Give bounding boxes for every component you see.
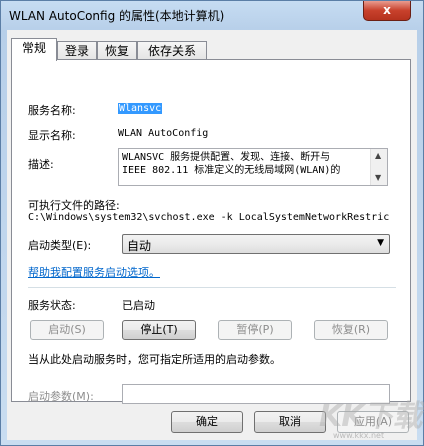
start-button[interactable]: 启动(S) bbox=[30, 320, 104, 340]
description-line-1: WLANSVC 服务提供配置、发现、连接、断开与 bbox=[122, 152, 331, 163]
title-bar[interactable]: WLAN AutoConfig 的属性(本地计算机) x bbox=[1, 1, 423, 29]
description-scrollbar[interactable]: ▲ ▼ bbox=[370, 149, 387, 185]
service-status-label: 服务状态: bbox=[28, 299, 76, 312]
description-line-2: IEEE 802.11 标准定义的无线局域网(WLAN)的 bbox=[122, 165, 341, 176]
tab-logon[interactable]: 登录 bbox=[57, 41, 97, 60]
tab-general[interactable]: 常规 bbox=[11, 38, 57, 61]
watermark-logo: KK下载 bbox=[319, 399, 422, 434]
ok-button[interactable]: 确定 bbox=[171, 411, 243, 433]
dialog-client: 常规 登录 恢复 依存关系 服务名称: Wlansvc 显示名称: WLAN A… bbox=[7, 30, 417, 440]
divider bbox=[28, 287, 396, 288]
cancel-button[interactable]: 取消 bbox=[254, 411, 326, 433]
startup-type-select[interactable]: 自动 ▼ bbox=[122, 234, 390, 254]
close-icon: x bbox=[383, 3, 391, 17]
general-panel: 服务名称: Wlansvc 显示名称: WLAN AutoConfig 描述: … bbox=[11, 59, 411, 404]
pause-button[interactable]: 暂停(P) bbox=[218, 320, 292, 340]
startup-type-label: 启动类型(E): bbox=[28, 239, 92, 252]
display-name-value[interactable]: WLAN AutoConfig bbox=[118, 128, 208, 139]
start-params-label: 启动参数(M): bbox=[28, 390, 94, 403]
service-name-label: 服务名称: bbox=[28, 104, 76, 117]
service-name-value[interactable]: Wlansvc bbox=[118, 103, 163, 114]
description-label: 描述: bbox=[28, 158, 54, 171]
startup-type-value: 自动 bbox=[127, 239, 152, 253]
exe-path-value: C:\Windows\system32\svchost.exe -k Local… bbox=[28, 212, 390, 223]
display-name-label: 显示名称: bbox=[28, 129, 76, 142]
close-button[interactable]: x bbox=[363, 1, 411, 21]
scroll-up-icon[interactable]: ▲ bbox=[375, 151, 381, 160]
service-status-value: 已启动 bbox=[122, 299, 155, 312]
window-title: WLAN AutoConfig 的属性(本地计算机) bbox=[9, 9, 225, 23]
tab-dependencies[interactable]: 依存关系 bbox=[137, 41, 207, 60]
stop-button[interactable]: 停止(T) bbox=[122, 320, 196, 340]
description-text: WLANSVC 服务提供配置、发现、连接、断开与 IEEE 802.11 标准定… bbox=[122, 151, 368, 183]
scroll-down-icon[interactable]: ▼ bbox=[375, 173, 381, 182]
chevron-down-icon: ▼ bbox=[377, 238, 384, 248]
properties-window: WLAN AutoConfig 的属性(本地计算机) x 常规 登录 恢复 依存… bbox=[0, 0, 424, 446]
help-configure-link[interactable]: 帮助我配置服务启动选项。 bbox=[28, 264, 160, 280]
description-box[interactable]: WLANSVC 服务提供配置、发现、连接、断开与 IEEE 802.11 标准定… bbox=[118, 148, 388, 186]
resume-button[interactable]: 恢复(R) bbox=[314, 320, 388, 340]
tab-recovery[interactable]: 恢复 bbox=[97, 41, 137, 60]
start-params-hint: 当从此处启动服务时，您可指定所适用的启动参数。 bbox=[28, 353, 281, 366]
exe-path-label: 可执行文件的路径: bbox=[28, 199, 120, 212]
watermark-url: www.kkx.net bbox=[333, 431, 385, 440]
